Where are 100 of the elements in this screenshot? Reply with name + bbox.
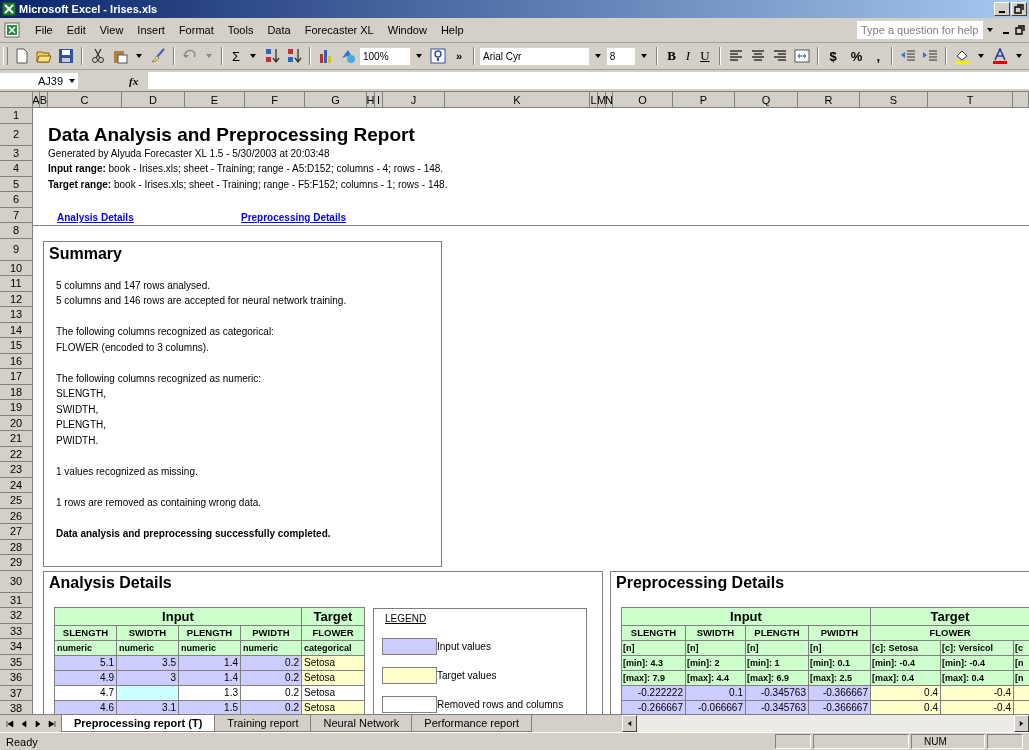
row-header[interactable]: 38 [0,701,33,714]
column-header[interactable]: R [798,92,860,108]
format-button[interactable]: I [681,48,695,64]
caret-icon[interactable] [414,52,423,60]
chart-icon[interactable] [318,48,334,64]
row-header[interactable]: 17 [0,369,33,385]
caret-icon[interactable] [249,52,257,60]
minimize-button[interactable] [994,2,1010,16]
menu-item[interactable]: Edit [59,24,93,36]
merge-icon[interactable] [793,48,810,64]
column-header[interactable]: O [613,92,673,108]
menu-item[interactable]: Format [171,24,221,36]
format-button[interactable]: U [696,48,714,64]
menu-item[interactable]: Window [380,24,434,36]
row-header[interactable]: 25 [0,493,33,509]
align-icon[interactable] [749,48,766,64]
drawing-icon[interactable] [340,48,356,64]
column-header[interactable]: T [928,92,1013,108]
column-header[interactable]: F [245,92,305,108]
row-header[interactable]: 6 [0,192,33,208]
caret-icon[interactable] [1015,52,1023,60]
restore-button[interactable] [1011,2,1027,16]
row-header[interactable]: 2 [0,123,33,146]
caret-icon[interactable] [134,52,143,60]
font-size-dropdown[interactable]: 8 [606,47,636,65]
tab-scroll-icon[interactable] [6,719,14,728]
column-header[interactable]: S [860,92,928,108]
column-header[interactable]: M [598,92,606,108]
row-header[interactable]: 36 [0,670,33,686]
column-header[interactable]: G [305,92,367,108]
number-format-button[interactable]: % [844,48,869,64]
tab-scroll-icon[interactable] [48,719,56,728]
menu-item[interactable]: Data [260,24,298,36]
row-header[interactable]: 27 [0,524,33,540]
row-header[interactable]: 8 [0,223,33,239]
caret-icon[interactable] [986,26,994,34]
restore-icon[interactable] [1015,25,1025,35]
autosum-button[interactable]: Σ [227,48,244,64]
align-icon[interactable] [727,48,744,64]
font-color-icon[interactable] [992,48,1008,64]
paste-icon[interactable] [111,48,128,64]
row-header[interactable]: 32 [0,608,33,624]
number-format-button[interactable]: , [870,48,886,64]
caret-icon[interactable] [593,52,602,60]
menu-item[interactable]: File [28,24,60,36]
row-header[interactable]: 29 [0,555,33,571]
save-icon[interactable] [57,48,74,64]
row-header[interactable]: 4 [0,161,33,177]
number-format-button[interactable]: $ [823,48,843,64]
menu-item[interactable]: Tools [220,24,261,36]
indent-icon[interactable] [900,48,916,64]
column-header[interactable]: L [590,92,598,108]
column-header[interactable]: K [445,92,590,108]
sort-descending-icon[interactable] [286,48,302,64]
section-link[interactable]: Preprocessing Details [241,212,347,223]
sort-ascending-icon[interactable] [264,48,280,64]
row-header[interactable]: 9 [0,238,33,261]
sheet-tab[interactable]: Preprocessing report (T) [61,715,216,732]
column-header[interactable]: P [673,92,735,108]
column-header[interactable]: Q [735,92,798,108]
new-file-icon[interactable] [13,48,30,64]
row-header[interactable]: 1 [0,108,33,124]
row-header[interactable]: 23 [0,462,33,478]
fill-color-icon[interactable] [954,48,970,64]
column-header[interactable]: E [185,92,245,108]
menu-item[interactable]: Forecaster XL [297,24,381,36]
format-button[interactable]: B [663,48,680,64]
column-header[interactable]: C [48,92,122,108]
caret-icon[interactable] [640,52,649,60]
formula-field[interactable] [148,72,1029,89]
caret-icon[interactable] [977,52,985,60]
column-header[interactable]: J [383,92,445,108]
insert-function-button[interactable]: fx [79,74,149,87]
horizontal-scroll-bar[interactable] [622,715,1029,732]
indent-icon[interactable] [922,48,938,64]
column-header[interactable] [1013,92,1029,108]
menu-item[interactable]: Help [433,24,471,36]
row-header[interactable]: 30 [0,570,33,593]
select-all-button[interactable] [0,92,33,108]
align-icon[interactable] [771,48,788,64]
row-header[interactable]: 13 [0,307,33,323]
row-header[interactable]: 19 [0,400,33,416]
caret-icon[interactable] [68,76,76,85]
open-folder-icon[interactable] [35,48,52,64]
zoom-dropdown[interactable]: 100% [360,47,410,65]
row-header[interactable]: 11 [0,276,33,292]
name-box[interactable]: AJ39 [0,72,78,89]
column-header[interactable]: D [122,92,185,108]
help-icon[interactable] [429,48,446,64]
toolbar-options-button[interactable]: » [449,50,469,62]
workbook-icon[interactable] [4,22,20,38]
help-search-field[interactable]: Type a question for help [857,21,983,39]
row-header[interactable]: 34 [0,639,33,655]
menu-item[interactable]: Insert [130,24,172,36]
column-header[interactable]: A [33,92,40,108]
row-header[interactable]: 21 [0,431,33,447]
sheet-tab[interactable]: Performance report [411,715,533,732]
menu-item[interactable]: View [92,24,131,36]
cut-icon[interactable] [89,48,106,64]
row-header[interactable]: 15 [0,338,33,354]
